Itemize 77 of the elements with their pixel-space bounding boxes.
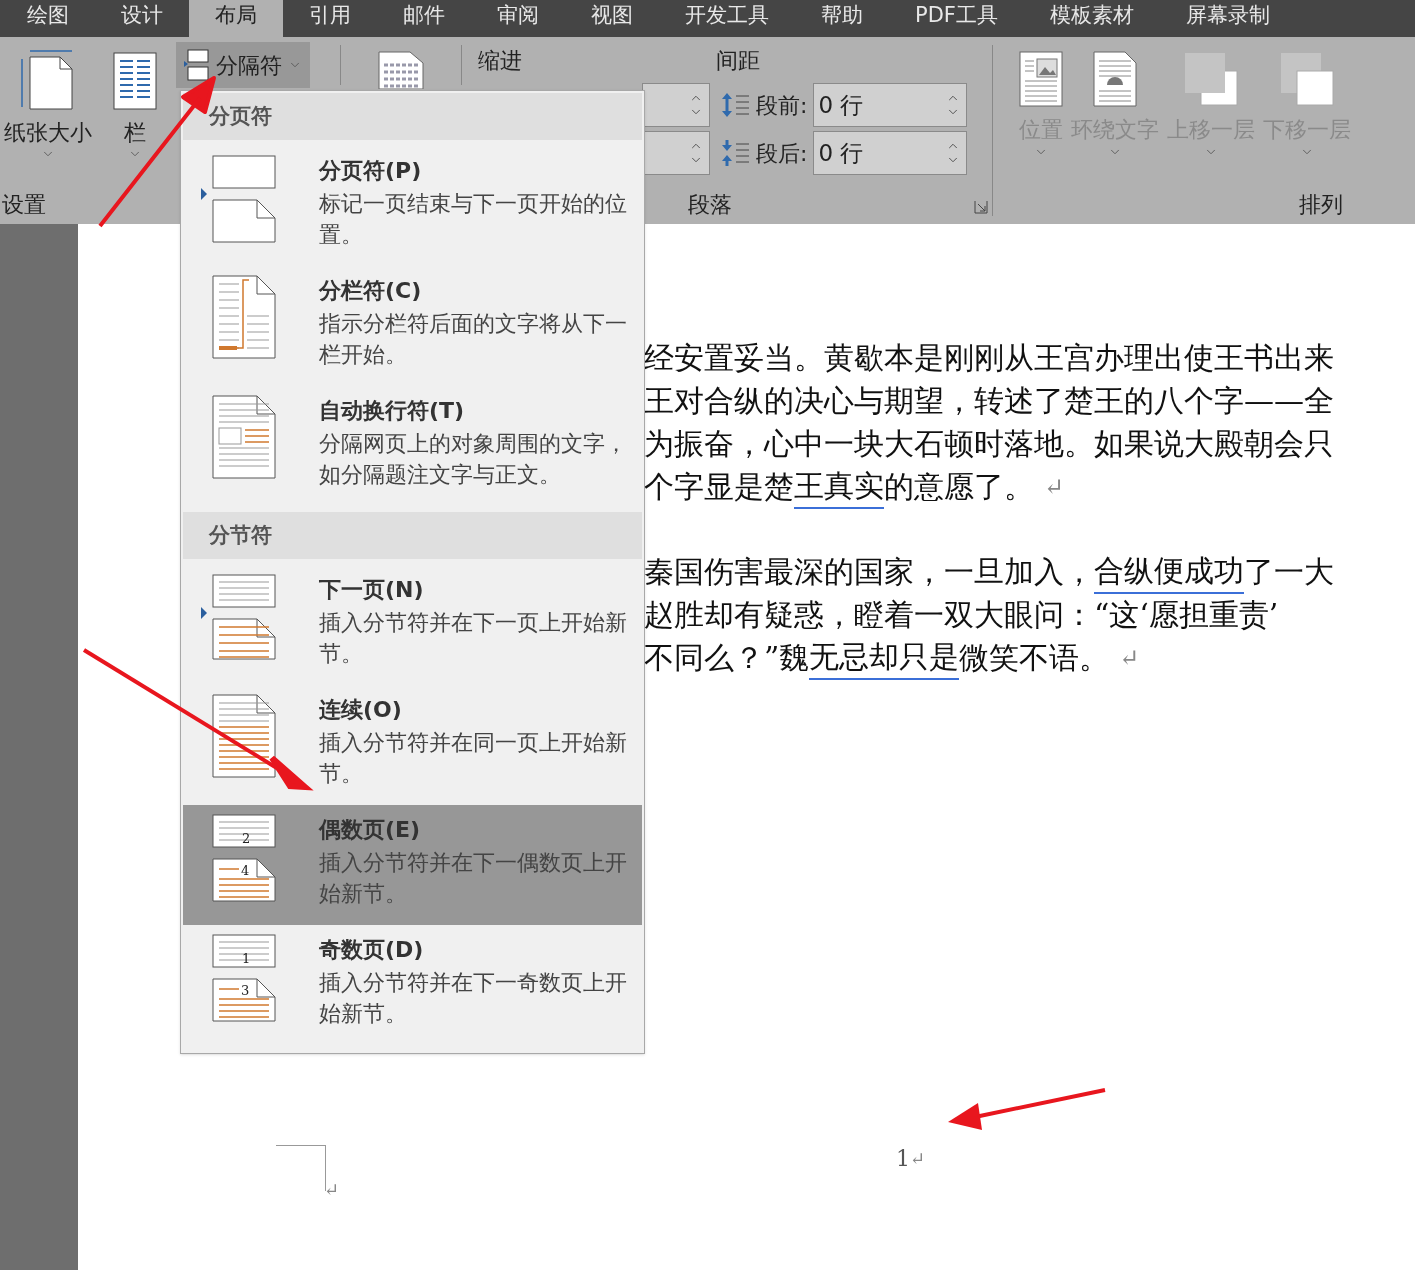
ribbon-tab[interactable]: 视图 [565,0,659,37]
menu-item-title: 自动换行符(T) [319,397,466,425]
menu-item[interactable]: 连续(O) 插入分节符并在同一页上开始新节。 [183,685,642,805]
menu-item-title: 分栏符(C) [319,277,423,305]
ribbon-tab[interactable]: 设计 [95,0,189,37]
group-label: 设置 [2,191,46,219]
document-text: 经安置妥当。黄歇本是刚刚从王宫办理出使王书出来 [644,339,1334,377]
page-break-icon [199,154,277,244]
text-wrap-icon [1093,51,1137,107]
menu-item[interactable]: 分栏符(C) 指示分栏符后面的文字将从下一栏开始。 [183,266,642,386]
document-text: 赵胜却有疑惑，瞪着一双大眼问：“这‘愿担重责’ [644,596,1279,634]
menu-item-description: 插入分节符并在下一奇数页上开始新节。 [319,969,628,1028]
paragraph-mark: ↵ [1119,642,1140,674]
ribbon-tab[interactable]: 开发工具 [659,0,795,37]
menu-item-description: 标记一页结束与下一页开始的位置。 [319,190,628,249]
menu-item[interactable]: 分页符(P) 标记一页结束与下一页开始的位置。 [183,146,642,266]
document-text: 合纵便成功 [1094,549,1244,594]
menu-item-title: 分页符(P) [319,157,423,185]
menu-item[interactable]: 自动换行符(T) 分隔网页上的对象周围的文字，如分隔题注文字与正文。 [183,386,642,506]
menu-item[interactable]: 2 4 偶数页(E) 插入分节符并在下一偶数页上开始新节。 [183,805,642,925]
document-text: 为振奋，心中一块大石顿时落地。如果说大殿朝会只 [644,425,1334,463]
menu-item-description: 插入分节符并在下一页上开始新节。 [319,609,628,668]
document-text: 的意愿了。 [884,468,1034,506]
breaks-icon [184,49,210,81]
document-text: 个字显是楚 [644,468,794,506]
spinner-field[interactable]: 0 行 [813,131,968,175]
paragraph-mark: ↵ [1044,471,1065,503]
breaks-button[interactable]: 分隔符 [176,42,310,88]
menu-item-title: 连续(O) [319,696,403,724]
menu-item-description: 插入分节符并在同一页上开始新节。 [319,729,628,788]
spacing-field-label: 段后: [756,139,808,168]
ribbon-tab[interactable]: 布局 [189,0,283,37]
ribbon-tab[interactable]: 审阅 [471,0,565,37]
document-lines-icon [378,51,424,89]
spacing-after-icon [720,138,750,168]
menu-item-title: 下一页(N) [319,576,425,604]
ribbon-tab[interactable]: 模板素材 [1023,0,1160,37]
menu-item-description: 指示分栏符后面的文字将从下一栏开始。 [319,310,628,369]
menu-item-description: 分隔网页上的对象周围的文字，如分隔题注文字与正文。 [319,430,628,489]
group-label: 段落 [688,191,733,219]
menu-section-header: 分页符 [183,93,642,140]
menu-section-header: 分节符 [183,512,642,559]
indent-label: 缩进 [478,46,523,75]
document-text: 了一大 [1244,553,1334,591]
columns-icon [113,49,157,111]
paragraph-mark: ↵ [324,1178,340,1202]
menu-item-description: 插入分节符并在下一偶数页上开始新节。 [319,849,628,908]
menu-item[interactable]: 下一页(N) 插入分节符并在下一页上开始新节。 [183,565,642,685]
ribbon-tab[interactable]: 邮件 [377,0,471,37]
spinner-field[interactable] [642,83,710,127]
spinner-field[interactable]: 0 行 [813,83,968,127]
ribbon-button[interactable]: 纸张大小 [0,49,96,190]
spacing-label: 间距 [716,46,760,75]
menu-item[interactable]: 1 3 奇数页(D) 插入分节符并在下一奇数页上开始新节。 [183,925,642,1045]
document-text: 王真实 [794,464,884,509]
document-text: 不同么？”魏 [644,639,810,677]
menu-item-title: 偶数页(E) [319,816,422,844]
ribbon-tab[interactable]: 屏幕录制 [1159,0,1296,37]
dialog-launcher-icon[interactable] [974,200,988,214]
picture-page-icon [1019,51,1063,107]
paragraph-mark: ↵ [910,1147,926,1171]
ribbon-tab[interactable]: 绘图 [1,0,95,37]
document-text: 秦国伤害最深的国家，一旦加入， [644,553,1094,591]
spinner-field[interactable] [642,131,710,175]
ribbon-tab[interactable]: PDF工具 [889,0,1024,37]
menu-item-title: 奇数页(D) [319,936,425,964]
document-text: 王对合纵的决心与期望，转述了楚王的八个字——全 [644,382,1334,420]
ribbon-button[interactable]: 栏 [96,49,174,190]
spacing-field-label: 段前: [756,91,808,120]
page-number: 1 [896,1145,910,1173]
document-text: 微笑不语。 [959,639,1110,677]
document-text: 无忌却只是 [809,635,960,680]
ribbon-tab[interactable]: 引用 [283,0,377,37]
next-page-icon [199,573,277,663]
margin-corner-mark [276,1145,326,1191]
ribbon-tab[interactable]: 帮助 [795,0,889,37]
group-label: 排列 [1299,191,1344,219]
